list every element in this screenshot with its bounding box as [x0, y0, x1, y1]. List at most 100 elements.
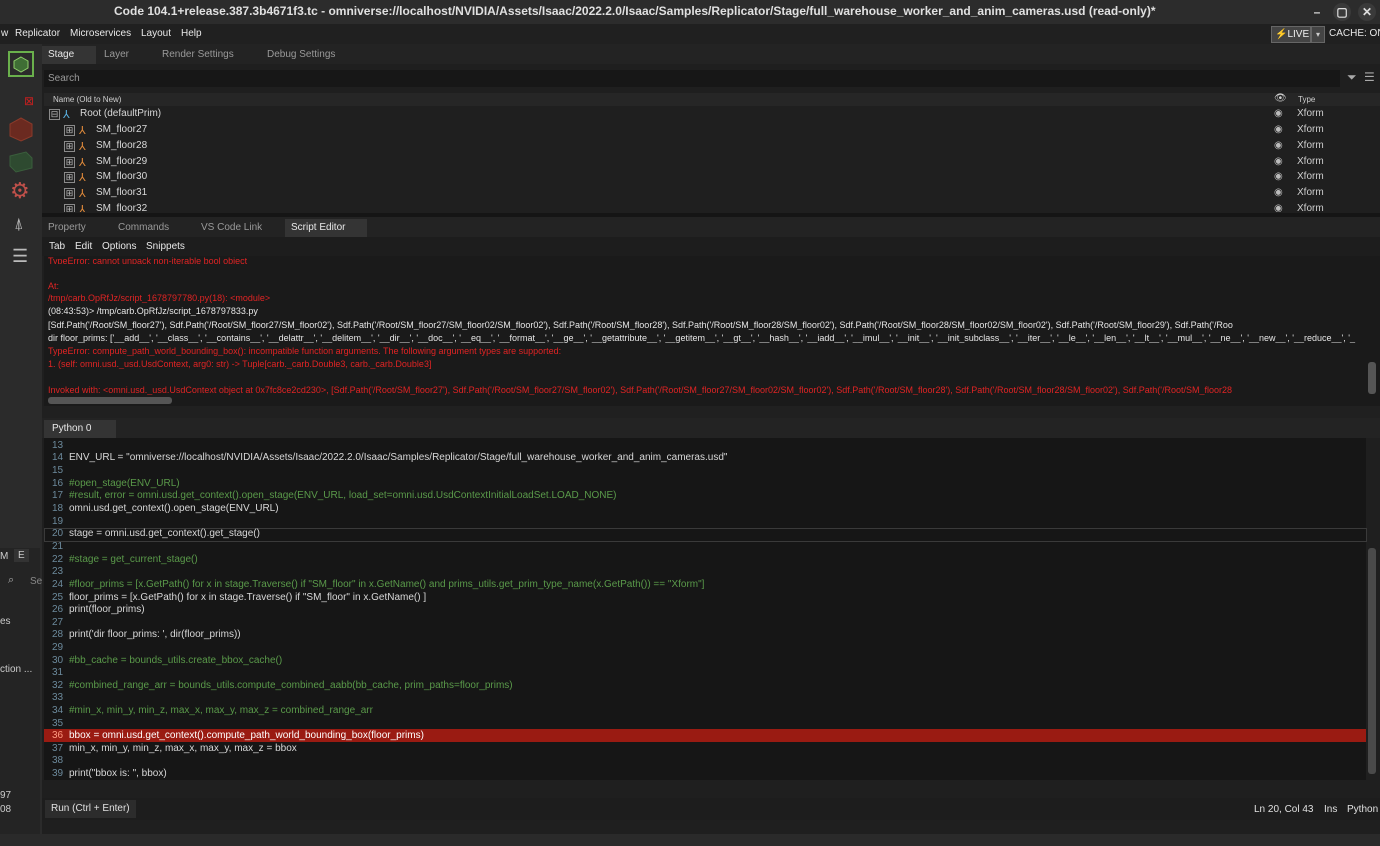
code-line: 26 print(floor_prims): [44, 604, 1366, 617]
output-console[interactable]: [44, 256, 1380, 406]
tree-row-label: SM_floor27: [96, 124, 148, 135]
gear-icon[interactable]: ⚙: [8, 178, 34, 206]
code-line: 23: [44, 566, 1366, 579]
tree-row-label: SM_floor30: [96, 171, 148, 182]
tree-row[interactable]: ⊞ ⅄ SM_floor31 ◉ Xform: [44, 186, 1380, 201]
xform-icon: ⅄: [79, 157, 86, 169]
window-titlebar: Code 104.1+release.387.3b4671f3.tc - omn…: [0, 0, 1380, 24]
minimize-button[interactable]: –: [1308, 3, 1326, 21]
tab-layer[interactable]: Layer: [98, 46, 135, 64]
tree-row-type: Xform: [1297, 124, 1324, 135]
box-icon[interactable]: [8, 148, 34, 174]
column-name-header[interactable]: Name (Old to New): [53, 95, 121, 104]
output-vertical-scrollbar[interactable]: [1368, 362, 1376, 394]
sliders-icon[interactable]: ☰: [8, 246, 34, 272]
live-button[interactable]: ⚡LIVE: [1271, 26, 1311, 43]
cube-icon[interactable]: [8, 116, 34, 142]
code-text: #stage = get_current_stage(): [69, 554, 198, 565]
code-text: #bb_cache = bounds_utils.create_bbox_cac…: [69, 655, 283, 666]
tab-stage[interactable]: Stage: [42, 46, 96, 64]
tree-row[interactable]: ⊞ ⅄ SM_floor29 ◉ Xform: [44, 155, 1380, 170]
tab-script-editor[interactable]: Script Editor: [285, 219, 367, 237]
clipped-tab[interactable]: M: [0, 551, 8, 562]
maximize-button[interactable]: ▢: [1333, 3, 1351, 21]
visibility-eye-icon[interactable]: ◉: [1274, 171, 1283, 182]
code-text: print('dir floor_prims: ', dir(floor_pri…: [69, 629, 241, 640]
menu-window[interactable]: w: [1, 28, 8, 39]
options-icon[interactable]: ☰: [1364, 70, 1375, 84]
output-horizontal-scrollbar[interactable]: [48, 397, 172, 404]
code-line: 20 stage = omni.usd.get_context().get_sta…: [44, 528, 1366, 541]
expand-icon[interactable]: ⊞: [64, 157, 75, 168]
code-line: 28 print('dir floor_prims: ', dir(floor_p…: [44, 629, 1366, 642]
tab-render-settings[interactable]: Render Settings: [156, 46, 240, 64]
visibility-eye-icon[interactable]: ◉: [1274, 156, 1283, 167]
visibility-eye-icon[interactable]: ◉: [1274, 124, 1283, 135]
tree-row-type: Xform: [1297, 171, 1324, 182]
code-text: #result, error = omni.usd.get_context().…: [69, 490, 617, 501]
clipped-search[interactable]: Se: [30, 576, 42, 587]
select-tool-icon[interactable]: [7, 50, 35, 78]
code-line: 17 #result, error = omni.usd.get_context(…: [44, 490, 1366, 503]
code-text: omni.usd.get_context().open_stage(ENV_UR…: [69, 503, 279, 514]
live-dropdown-icon[interactable]: ▾: [1311, 26, 1325, 43]
line-number: 13: [52, 440, 64, 451]
tree-row[interactable]: ⊞ ⅄ SM_floor27 ◉ Xform: [44, 123, 1380, 138]
console-splitter[interactable]: [42, 406, 1380, 418]
filter-icon[interactable]: ⏷: [1347, 70, 1357, 85]
tab-commands[interactable]: Commands: [112, 219, 175, 237]
output-line: /tmp/carb.OpRfJz/script_1678797780.py(18…: [48, 293, 271, 303]
close-button[interactable]: ✕: [1358, 3, 1376, 21]
code-text: bbox = omni.usd.get_context().compute_pa…: [69, 730, 424, 741]
menu-layout[interactable]: Layout: [141, 28, 171, 39]
tree-row-root[interactable]: ⊟ ⅄ Root (defaultPrim) ◉ Xform: [44, 107, 1380, 122]
editor-tabbar: Python 0: [42, 418, 1380, 438]
menu-help[interactable]: Help: [181, 28, 202, 39]
run-button[interactable]: Run (Ctrl + Enter): [45, 800, 136, 818]
brush-icon[interactable]: ⍋: [8, 214, 34, 240]
editor-vertical-scrollbar[interactable]: [1368, 548, 1376, 774]
close-icon[interactable]: ⊠: [8, 94, 34, 108]
tree-row-label: Root (defaultPrim): [80, 108, 162, 119]
tree-row-label: SM_floor31: [96, 187, 148, 198]
menu-tab[interactable]: Tab: [49, 241, 65, 252]
menu-replicator[interactable]: Replicator: [15, 28, 60, 39]
bottom-tabbar: Property Commands VS Code Link Script Ed…: [42, 217, 1380, 237]
menu-options[interactable]: Options: [102, 241, 136, 252]
visibility-eye-icon[interactable]: ◉: [1274, 140, 1283, 151]
tree-row[interactable]: ⊞ ⅄ SM_floor28 ◉ Xform: [44, 139, 1380, 154]
expand-icon[interactable]: ⊞: [64, 125, 75, 136]
output-line: TypeError: cannot unpack non-iterable bo…: [48, 256, 248, 264]
visibility-eye-icon[interactable]: ◉: [1274, 187, 1283, 198]
menu-microservices[interactable]: Microservices: [70, 28, 131, 39]
tab-debug-settings[interactable]: Debug Settings: [261, 46, 341, 64]
clipped-tab[interactable]: E: [14, 549, 29, 562]
tab-property[interactable]: Property: [42, 219, 92, 237]
menu-edit[interactable]: Edit: [75, 241, 92, 252]
visibility-eye-icon[interactable]: ◉: [1274, 108, 1283, 119]
menu-snippets[interactable]: Snippets: [146, 241, 185, 252]
visibility-eye-icon[interactable]: ◉: [1274, 203, 1283, 212]
code-line: 21: [44, 541, 1366, 554]
output-line: Invoked with: <omni.usd._usd.UsdContext …: [48, 385, 1232, 395]
window-title: Code 104.1+release.387.3b4671f3.tc - omn…: [114, 4, 1156, 18]
tab-vs-code-link[interactable]: VS Code Link: [195, 219, 268, 237]
expand-icon[interactable]: ⊞: [64, 204, 75, 212]
xform-icon: ⅄: [79, 204, 86, 212]
code-text: stage = omni.usd.get_context().get_stage…: [69, 528, 260, 539]
collapse-icon[interactable]: ⊟: [49, 109, 60, 120]
column-type-header[interactable]: Type: [1298, 95, 1315, 104]
expand-icon[interactable]: ⊞: [64, 141, 75, 152]
window-bottom-edge: [0, 834, 1380, 846]
code-line: 24 #floor_prims = [x.GetPath() for x in s…: [44, 579, 1366, 592]
tree-row[interactable]: ⊞ ⅄ SM_floor30 ◉ Xform: [44, 170, 1380, 185]
code-line: 34 #min_x, min_y, min_z, max_x, max_y, ma…: [44, 705, 1366, 718]
code-line: 38: [44, 755, 1366, 768]
code-text: floor_prims = [x.GetPath() for x in stag…: [69, 592, 427, 603]
stage-search-input[interactable]: Search: [44, 70, 1340, 87]
expand-icon[interactable]: ⊞: [64, 172, 75, 183]
tab-python-0[interactable]: Python 0: [44, 420, 116, 438]
expand-icon[interactable]: ⊞: [64, 188, 75, 199]
tree-row[interactable]: ⊞ ⅄ SM_floor32 ◉ Xform: [44, 202, 1380, 212]
cache-status: CACHE: ON: [1329, 28, 1380, 39]
